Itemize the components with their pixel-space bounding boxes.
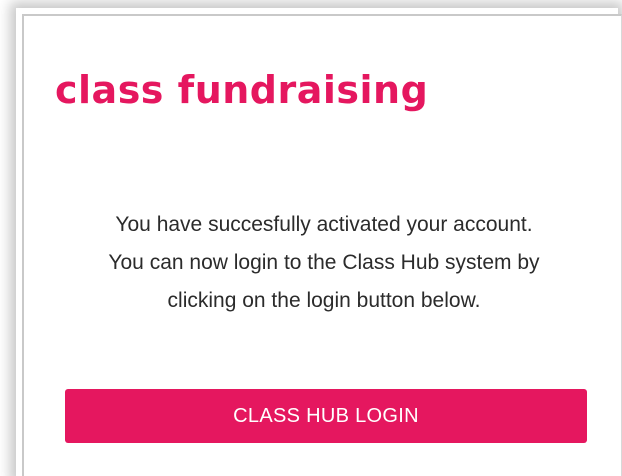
class-hub-login-button[interactable]: CLASS HUB LOGIN [65, 389, 587, 443]
activation-message: You have succesfully activated your acco… [24, 206, 622, 320]
message-line: clicking on the login button below. [167, 289, 481, 312]
activation-card: class fundraising You have succesfully a… [22, 14, 622, 476]
message-line: You can now login to the Class Hub syste… [108, 251, 540, 274]
message-line: You have succesfully activated your acco… [115, 213, 533, 236]
brand-logo: class fundraising [55, 68, 429, 112]
